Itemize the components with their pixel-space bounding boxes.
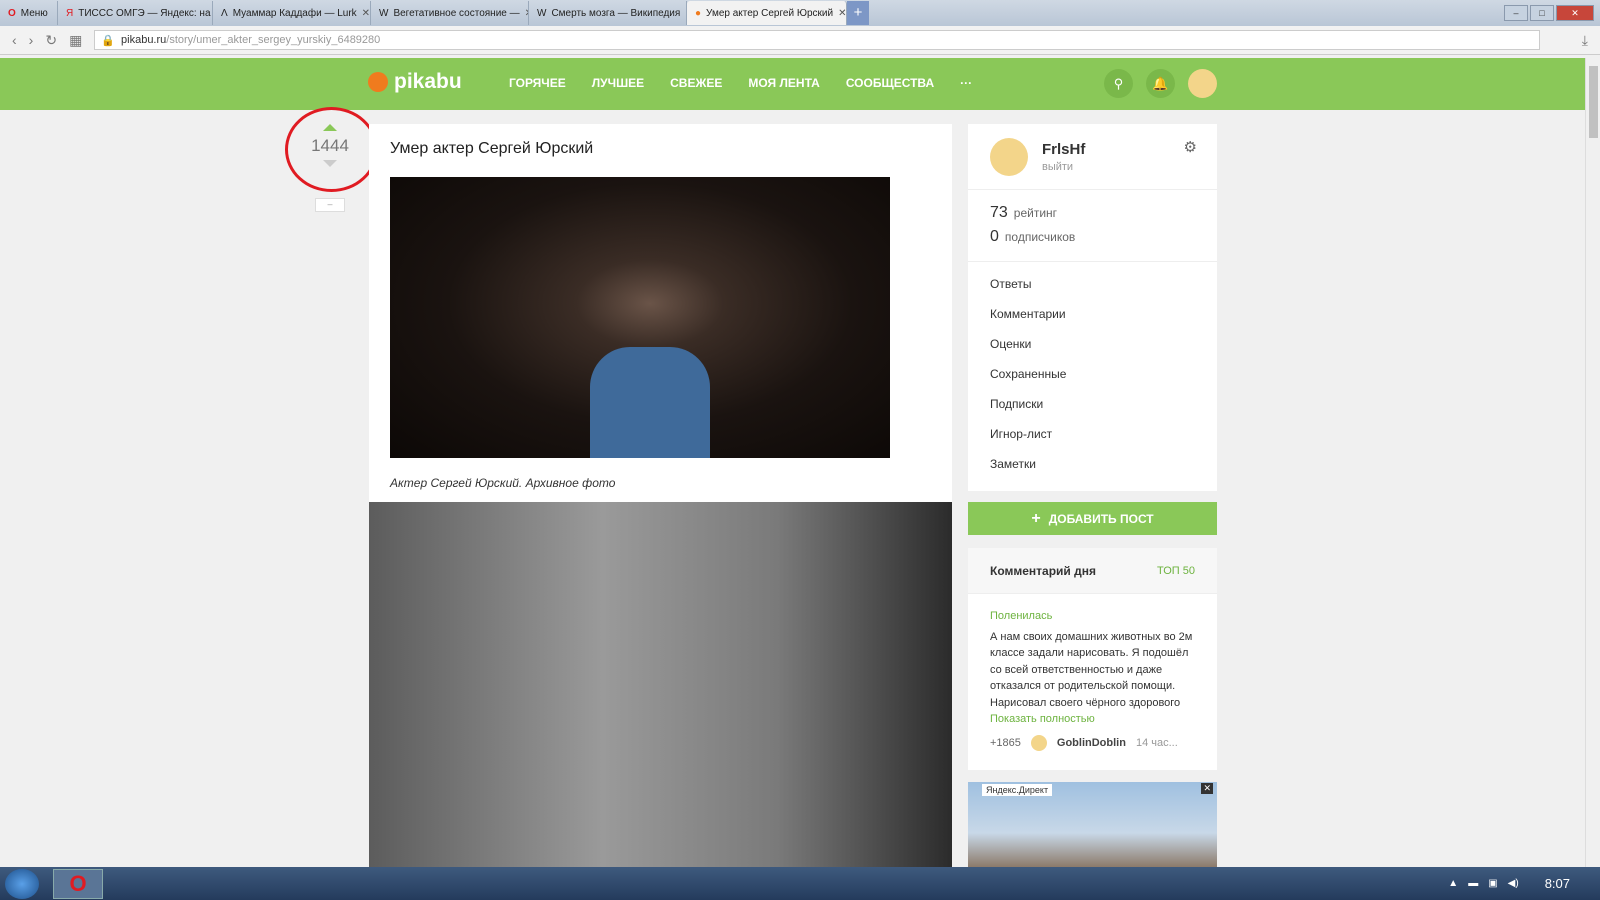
post-card: Умер актер Сергей Юрский Актер Сергей Юр…: [369, 124, 952, 867]
comment-author[interactable]: GoblinDoblin: [1057, 735, 1126, 752]
address-bar: ‹ › ↻ ▦ 🔒 pikabu.ru/story/umer_akter_sergey_…: [0, 26, 1600, 55]
vote-block: 1444: [300, 124, 360, 167]
nav-my-feed[interactable]: МОЯ ЛЕНТА: [748, 76, 819, 90]
tab[interactable]: Λ Муаммар Каддафи — Lurk ✕: [213, 1, 371, 25]
language-flag-icon[interactable]: ▬: [1468, 878, 1478, 889]
download-icon[interactable]: ⤓: [1582, 32, 1588, 49]
comment-score: +1865: [990, 737, 1021, 749]
lurk-icon: Λ: [221, 7, 228, 19]
panel-title: Комментарий дня: [990, 563, 1097, 578]
nav-best[interactable]: ЛУЧШЕЕ: [592, 76, 644, 90]
tab[interactable]: ЯТИССС ОМГЭ — Яндекс: на✕: [58, 1, 213, 25]
plus-icon: +: [1031, 509, 1041, 527]
maximize-button[interactable]: □: [1530, 5, 1554, 21]
speed-dial-icon[interactable]: ▦: [69, 32, 82, 49]
nav-more[interactable]: ···: [960, 76, 972, 90]
downvote-icon[interactable]: [323, 160, 337, 167]
collapse-button[interactable]: –: [315, 198, 345, 212]
tab[interactable]: WВегетативное состояние —✕: [371, 1, 529, 25]
logout-link[interactable]: выйти: [1042, 161, 1085, 173]
bell-icon[interactable]: 🔔: [1146, 69, 1175, 98]
menu-ignore-list[interactable]: Игнор-лист: [990, 427, 1195, 457]
menu-comments[interactable]: Комментарии: [990, 307, 1195, 337]
menu-subscriptions[interactable]: Подписки: [990, 397, 1195, 427]
post-rating: 1444: [311, 136, 349, 155]
lock-icon: 🔒: [101, 34, 116, 47]
add-post-button[interactable]: + ДОБАВИТЬ ПОСТ: [968, 502, 1217, 535]
show-more-link[interactable]: Показать полностью: [990, 711, 1195, 728]
upvote-icon[interactable]: [323, 124, 337, 131]
user-panel: FrlsHf выйти ⚙ 73 рейтинг 0 подписчиков От…: [968, 124, 1217, 491]
opera-menu[interactable]: O Меню: [0, 1, 58, 25]
ad-label: Яндекс.Директ: [982, 784, 1053, 796]
opera-icon: O: [8, 7, 16, 19]
minimize-button[interactable]: –: [1504, 5, 1528, 21]
nav-fresh[interactable]: СВЕЖЕЕ: [670, 76, 722, 90]
author-avatar: [1030, 735, 1047, 752]
menu-saved[interactable]: Сохраненные: [990, 367, 1195, 397]
post-title[interactable]: Умер актер Сергей Юрский: [390, 140, 593, 158]
taskbar: O ▲ ▬ ▣ ◀) 8:07: [0, 867, 1600, 900]
post-image-bw-portrait: [369, 502, 952, 867]
pikabu-favicon: ●: [695, 7, 702, 19]
window-close-button[interactable]: ✕: [1556, 5, 1594, 21]
tab-active[interactable]: ● Умер актер Сергей Юрский ✕: [687, 1, 847, 25]
wikipedia-icon: W: [537, 7, 547, 19]
post-image-yursky: [390, 177, 890, 458]
menu-ratings[interactable]: Оценки: [990, 337, 1195, 367]
close-icon[interactable]: ✕: [1201, 783, 1213, 794]
tab[interactable]: WСмерть мозга — Википедия✕: [529, 1, 687, 25]
ad-banner[interactable]: Яндекс.Директ ✕: [968, 782, 1217, 867]
rating-value: 73: [990, 204, 1008, 221]
close-icon[interactable]: ✕: [362, 8, 370, 19]
avatar[interactable]: [1188, 69, 1217, 98]
site-header: pikabu ГОРЯЧЕЕ ЛУЧШЕЕ СВЕЖЕЕ МОЯ ЛЕНТА С…: [0, 58, 1585, 110]
nav-communities[interactable]: СООБЩЕСТВА: [846, 76, 934, 90]
subscribers-value: 0: [990, 228, 999, 245]
comment-post-link[interactable]: Поленилась: [990, 608, 1195, 625]
close-icon[interactable]: ✕: [838, 8, 846, 19]
reload-icon[interactable]: ↻: [45, 32, 57, 49]
comment-time: 14 час...: [1135, 737, 1178, 749]
back-icon[interactable]: ‹: [12, 32, 17, 48]
network-icon[interactable]: ▣: [1488, 878, 1497, 889]
gear-icon[interactable]: ⚙: [1184, 138, 1197, 156]
wikipedia-icon: W: [379, 7, 389, 19]
clock[interactable]: 8:07: [1545, 876, 1570, 891]
scrollbar[interactable]: [1585, 58, 1600, 867]
new-tab-button[interactable]: +: [847, 1, 869, 25]
top50-link[interactable]: ТОП 50: [1157, 565, 1195, 577]
username[interactable]: FrlsHf: [1042, 141, 1085, 158]
start-button[interactable]: [5, 868, 39, 899]
tray-arrow-icon[interactable]: ▲: [1448, 878, 1458, 889]
tab-bar: OМеню ЯТИССС ОМГЭ — Яндекс: на✕ ΛМуаммар…: [0, 0, 1600, 26]
comment-text: А нам своих домашних животных во 2м клас…: [990, 630, 1193, 709]
volume-icon[interactable]: ◀): [1508, 878, 1519, 889]
menu-answers[interactable]: Ответы: [990, 277, 1195, 307]
user-avatar[interactable]: [990, 137, 1028, 176]
opera-taskbar-icon[interactable]: O: [53, 868, 103, 899]
forward-icon[interactable]: ›: [29, 32, 34, 48]
yandex-icon: Я: [66, 7, 74, 19]
url-input[interactable]: 🔒 pikabu.ru/story/umer_akter_sergey_yursk…: [94, 30, 1540, 50]
image-caption: Актер Сергей Юрский. Архивное фото: [390, 476, 616, 490]
search-icon[interactable]: ⚲: [1104, 69, 1133, 98]
logo-icon: [368, 72, 388, 92]
nav-hot[interactable]: ГОРЯЧЕЕ: [509, 76, 566, 90]
pikabu-logo[interactable]: pikabu: [368, 70, 462, 94]
menu-notes[interactable]: Заметки: [990, 457, 1195, 487]
scrollbar-thumb[interactable]: [1589, 66, 1598, 138]
comment-of-day-panel: Комментарий дня ТОП 50 Поленилась А нам …: [968, 548, 1217, 770]
